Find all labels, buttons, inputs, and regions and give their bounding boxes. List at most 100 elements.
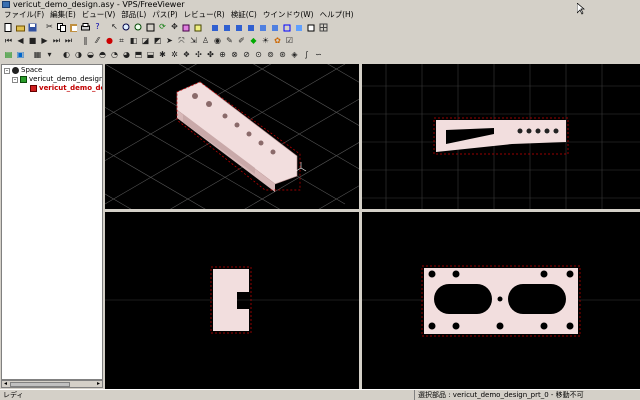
new-icon[interactable] [3,22,14,33]
shape17-icon[interactable]: ⊙ [253,50,264,61]
back-view-icon[interactable] [270,22,281,33]
shape5-icon[interactable]: ◔ [109,50,120,61]
shape19-icon[interactable]: ⊛ [277,50,288,61]
shade-icon[interactable] [294,22,305,33]
shape6-icon[interactable]: ◕ [121,50,132,61]
scroll-right-icon[interactable]: ▸ [95,381,102,387]
save-icon[interactable] [27,22,38,33]
fit-icon[interactable] [145,22,156,33]
move-icon[interactable]: ⇲ [188,36,199,47]
last-icon[interactable]: ⏭ [63,36,74,47]
scroll-left-icon[interactable]: ◂ [2,381,9,387]
part-front-profile[interactable] [436,120,566,152]
print-icon[interactable] [80,22,91,33]
pen-icon[interactable]: ✎ [224,36,235,47]
record-icon[interactable]: ● [104,36,115,47]
viewport-isometric[interactable] [105,64,359,209]
shape13-icon[interactable]: ✤ [205,50,216,61]
menu-part[interactable]: 部品(L) [121,9,146,20]
menu-window[interactable]: ウインドウ(W) [263,9,314,20]
palette-icon[interactable]: ✿ [272,36,283,47]
shape16-icon[interactable]: ⊘ [241,50,252,61]
menu-verify[interactable]: 検証(C) [231,9,257,20]
hide-icon[interactable]: ◪ [140,36,151,47]
pause-icon[interactable]: ‖ [80,36,91,47]
shape2-icon[interactable]: ◑ [73,50,84,61]
menu-view[interactable]: ビュー(V) [82,9,115,20]
part-top-plate[interactable] [424,268,578,334]
shape15-icon[interactable]: ⊗ [229,50,240,61]
transform-icon[interactable]: ⤧ [176,36,187,47]
layer-down-icon[interactable]: ▾ [44,50,55,61]
person-icon[interactable]: ♙ [200,36,211,47]
top-view-icon[interactable] [222,22,233,33]
tree-node-space[interactable]: - Space [4,66,42,75]
menu-file[interactable]: ファイル(F) [4,9,44,20]
menu-path[interactable]: パス(P) [152,9,177,20]
prev-icon[interactable]: ◀ [15,36,26,47]
shape12-icon[interactable]: ✣ [193,50,204,61]
part-list-icon[interactable]: ▤ [3,50,14,61]
cut-icon[interactable]: ✂ [44,22,55,33]
shape3-icon[interactable]: ◒ [85,50,96,61]
tree-horizontal-scrollbar[interactable]: ◂ ▸ [1,380,103,388]
section-icon[interactable]: ◧ [128,36,139,47]
show-icon[interactable]: ◩ [152,36,163,47]
first-icon[interactable]: ⏮ [3,36,14,47]
tree-node-assembly[interactable]: - vericut_demo_design.asy [12,75,102,84]
stop-icon[interactable]: ■ [27,36,38,47]
expand-icon[interactable]: - [4,67,10,74]
hidden-line-icon[interactable] [306,22,317,33]
play-icon[interactable]: ▶ [39,36,50,47]
color-icon[interactable]: ◆ [248,36,259,47]
pointer-icon[interactable]: ↖ [109,22,120,33]
arrow-icon[interactable]: ➤ [164,36,175,47]
step-icon[interactable]: ⁄⁄ [92,36,103,47]
viewport-side[interactable] [105,212,359,389]
shape10-icon[interactable]: ✲ [169,50,180,61]
shape4-icon[interactable]: ◓ [97,50,108,61]
measure-icon[interactable]: ⌗ [116,36,127,47]
bottom-view-icon[interactable] [258,22,269,33]
menu-review[interactable]: レビュー(R) [184,9,225,20]
assembly-tree[interactable]: - Space - vericut_demo_design.asy vericu… [1,64,103,380]
view-cube-icon[interactable] [181,22,192,33]
part-3d-bracket[interactable] [176,81,298,192]
zoom-out-icon[interactable] [133,22,144,33]
paste-icon[interactable] [68,22,79,33]
brush-icon[interactable]: ✐ [236,36,247,47]
shape14-icon[interactable]: ⊕ [217,50,228,61]
viewport-top[interactable] [362,212,640,389]
rotate-icon[interactable]: ⟳ [157,22,168,33]
copy-icon[interactable] [56,22,67,33]
wire-icon[interactable] [282,22,293,33]
next-icon[interactable]: ⏭ [51,36,62,47]
shape9-icon[interactable]: ✱ [157,50,168,61]
spline-icon[interactable]: ∽ [313,50,324,61]
viewport-front[interactable] [362,64,640,209]
scroll-thumb[interactable] [10,382,70,387]
light-icon[interactable]: ☀ [260,36,271,47]
menu-help[interactable]: ヘルプ(H) [320,9,354,20]
open-icon[interactable] [15,22,26,33]
layer-icon[interactable]: ▦ [32,50,43,61]
check-icon[interactable]: ☑ [284,36,295,47]
shape1-icon[interactable]: ◐ [61,50,72,61]
shape7-icon[interactable]: ⬒ [133,50,144,61]
shape18-icon[interactable]: ⊚ [265,50,276,61]
pan-icon[interactable]: ✥ [169,22,180,33]
tree-node-part[interactable]: vericut_demo_design_ [30,84,102,93]
shape20-icon[interactable]: ◈ [289,50,300,61]
help-icon[interactable]: ? [92,22,103,33]
zoom-in-icon[interactable] [121,22,132,33]
iso-view-icon[interactable] [193,22,204,33]
assembly-icon[interactable]: ▣ [15,50,26,61]
shape11-icon[interactable]: ❖ [181,50,192,61]
eye-icon[interactable]: ◉ [212,36,223,47]
menu-edit[interactable]: 編集(E) [50,9,76,20]
shape8-icon[interactable]: ⬓ [145,50,156,61]
curve-icon[interactable]: ∫ [301,50,312,61]
grid-icon[interactable] [318,22,329,33]
front-view-icon[interactable] [210,22,221,33]
iso-cube-icon[interactable] [246,22,257,33]
